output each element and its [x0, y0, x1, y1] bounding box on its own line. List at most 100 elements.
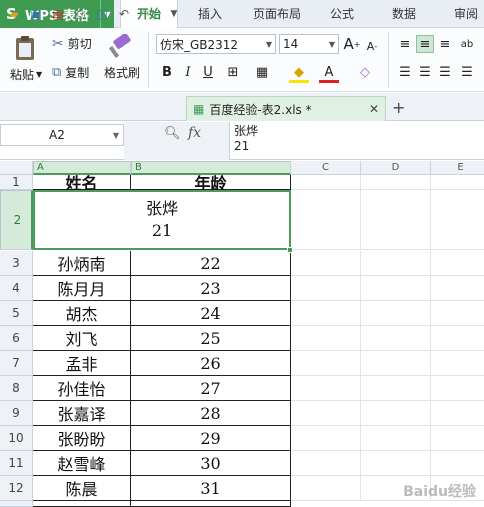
empty-cell[interactable]	[431, 426, 484, 451]
empty-cell[interactable]	[431, 451, 484, 476]
export-pdf-icon[interactable]: ▤	[50, 6, 66, 22]
age-cell[interactable]: 23	[131, 276, 291, 301]
empty-cell[interactable]	[361, 301, 431, 326]
name-cell[interactable]	[33, 501, 131, 507]
formula-input[interactable]: 张烨 21	[234, 124, 258, 154]
empty-cell[interactable]	[291, 401, 361, 426]
empty-cell[interactable]	[361, 376, 431, 401]
empty-cell[interactable]	[291, 276, 361, 301]
age-cell[interactable]: 26	[131, 351, 291, 376]
row-header[interactable]: 8	[0, 376, 33, 401]
row-header[interactable]: 6	[0, 326, 33, 351]
empty-cell[interactable]	[431, 251, 484, 276]
empty-cell[interactable]	[431, 376, 484, 401]
empty-cell[interactable]	[291, 190, 361, 250]
empty-cell[interactable]	[361, 326, 431, 351]
row-header[interactable]: 12	[0, 476, 33, 501]
row-header[interactable]: 4	[0, 276, 33, 301]
row-header[interactable]: 5	[0, 301, 33, 326]
age-cell[interactable]: 29	[131, 426, 291, 451]
row-header[interactable]: 9	[0, 401, 33, 426]
row-header[interactable]: 3	[0, 251, 33, 276]
column-header-e[interactable]: E	[431, 161, 484, 175]
name-cell[interactable]: 孙炳南	[33, 251, 131, 276]
empty-cell[interactable]	[291, 451, 361, 476]
age-cell[interactable]: 28	[131, 401, 291, 426]
empty-cell[interactable]	[291, 251, 361, 276]
row-header[interactable]: 1	[0, 175, 33, 190]
italic-button[interactable]: I	[179, 63, 197, 81]
name-cell[interactable]: 陈晨	[33, 476, 131, 501]
column-header-c[interactable]: C	[291, 161, 361, 175]
align-left-button[interactable]: ☰	[396, 63, 414, 81]
close-icon[interactable]: ✕	[369, 102, 379, 116]
empty-cell[interactable]	[431, 175, 484, 190]
age-cell[interactable]	[131, 501, 291, 507]
cut-button[interactable]: ✂ 剪切	[52, 35, 92, 52]
align-center-button[interactable]: ☰	[416, 63, 434, 81]
underline-button[interactable]: U	[199, 63, 217, 81]
empty-cell[interactable]	[431, 301, 484, 326]
empty-cell[interactable]	[431, 351, 484, 376]
empty-cell[interactable]	[361, 175, 431, 190]
empty-cell[interactable]	[431, 401, 484, 426]
document-tab[interactable]: ▦ 百度经验-表2.xls * ✕	[186, 96, 386, 121]
tab-insert[interactable]: 插入	[184, 0, 236, 28]
bold-button[interactable]: B	[158, 63, 176, 81]
tab-review[interactable]: 审阅	[444, 0, 484, 28]
empty-cell[interactable]	[291, 301, 361, 326]
tab-page-layout[interactable]: 页面布局	[244, 0, 310, 28]
zoom-search-icon[interactable]: 🔍︎	[164, 126, 181, 141]
name-cell[interactable]: 孙佳怡	[33, 376, 131, 401]
align-middle-button[interactable]: ≡	[416, 35, 434, 53]
insert-function-button[interactable]: fx	[188, 125, 201, 141]
age-cell[interactable]: 30	[131, 451, 291, 476]
empty-cell[interactable]	[291, 376, 361, 401]
empty-cell[interactable]	[361, 451, 431, 476]
name-cell[interactable]: 赵雪峰	[33, 451, 131, 476]
name-cell[interactable]: 刘飞	[33, 326, 131, 351]
print-icon[interactable]: ⎙	[72, 6, 88, 22]
paste-button[interactable]	[10, 34, 40, 62]
tab-formulas[interactable]: 公式	[318, 0, 366, 28]
select-all-corner[interactable]	[0, 161, 33, 175]
empty-cell[interactable]	[291, 175, 361, 190]
empty-cell[interactable]	[361, 190, 431, 250]
empty-cell[interactable]	[291, 426, 361, 451]
age-cell[interactable]: 27	[131, 376, 291, 401]
column-header-d[interactable]: D	[361, 161, 431, 175]
age-cell[interactable]: 25	[131, 326, 291, 351]
header-name-cell[interactable]: 姓名	[33, 174, 131, 193]
name-cell[interactable]: 陈月月	[33, 276, 131, 301]
font-color-button[interactable]: A	[320, 63, 338, 81]
name-cell[interactable]: 张嘉译	[33, 401, 131, 426]
empty-cell[interactable]	[361, 251, 431, 276]
row-header[interactable]	[0, 501, 33, 507]
age-cell[interactable]: 24	[131, 301, 291, 326]
align-bottom-button[interactable]: ≡	[436, 35, 454, 53]
empty-cell[interactable]	[291, 326, 361, 351]
align-top-button[interactable]: ≡	[396, 35, 414, 53]
tab-data[interactable]: 数据	[380, 0, 428, 28]
format-painter-button[interactable]	[106, 33, 136, 60]
empty-cell[interactable]	[361, 351, 431, 376]
row-header[interactable]: 11	[0, 451, 33, 476]
align-right-button[interactable]: ☰	[436, 63, 454, 81]
font-name-select[interactable]: 仿宋_GB2312 ▼	[156, 34, 276, 54]
row-header[interactable]: 7	[0, 351, 33, 376]
empty-cell[interactable]	[431, 326, 484, 351]
paste-label-wrap[interactable]: 粘贴 ▼	[10, 66, 42, 83]
clear-format-button[interactable]: ◇	[356, 63, 374, 81]
fill-handle[interactable]	[287, 247, 293, 253]
empty-cell[interactable]	[361, 276, 431, 301]
empty-cell[interactable]	[361, 401, 431, 426]
row-header[interactable]: 10	[0, 426, 33, 451]
empty-cell[interactable]	[431, 190, 484, 250]
save-icon[interactable]: ▣	[28, 6, 44, 22]
borders-button[interactable]: ⊞	[224, 63, 242, 81]
grow-font-button[interactable]: A +	[343, 35, 361, 53]
open-folder-icon[interactable]: ▰	[6, 6, 22, 22]
print-preview-icon[interactable]: ◫	[94, 6, 110, 22]
undo-icon[interactable]: ↶	[116, 6, 132, 22]
shrink-font-button[interactable]: A-	[363, 37, 381, 55]
